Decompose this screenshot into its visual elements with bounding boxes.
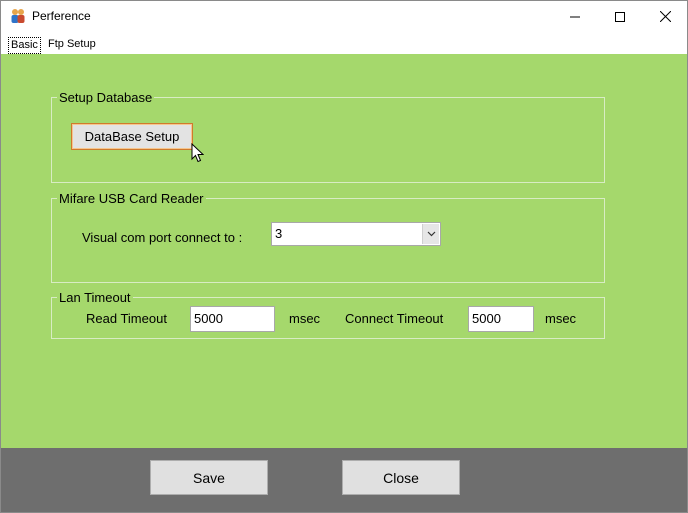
lan-timeout-label: Lan Timeout [57, 290, 133, 305]
card-reader-label: Mifare USB Card Reader [57, 191, 206, 206]
close-button[interactable]: Close [342, 460, 460, 495]
com-port-select[interactable]: 3 [271, 222, 441, 246]
com-port-label: Visual com port connect to : [82, 230, 243, 245]
close-window-button[interactable] [642, 1, 687, 32]
tab-basic[interactable]: Basic [8, 37, 41, 54]
close-icon [659, 11, 671, 22]
window-title: Perference [32, 9, 91, 23]
setup-database-label: Setup Database [57, 90, 155, 105]
minimize-button[interactable] [552, 1, 598, 32]
preference-window: Perference Basic Ftp Setup Setup Databas… [0, 0, 688, 513]
connect-timeout-unit: msec [545, 311, 577, 326]
combo-dropdown-button[interactable] [422, 224, 439, 244]
read-timeout-input[interactable]: 5000 [190, 306, 275, 332]
minimize-icon [570, 16, 580, 17]
connect-timeout-label: Connect Timeout [345, 311, 444, 326]
tab-strip: Basic Ftp Setup [1, 34, 687, 54]
title-bar: Perference [1, 1, 687, 32]
com-port-value: 3 [275, 226, 283, 241]
mouse-cursor-icon [191, 143, 204, 163]
read-timeout-label: Read Timeout [86, 311, 167, 326]
connect-timeout-input[interactable]: 5000 [468, 306, 534, 332]
tab-ftp-setup[interactable]: Ftp Setup [46, 37, 98, 52]
maximize-button[interactable] [597, 1, 643, 32]
maximize-icon [615, 11, 625, 22]
chevron-down-icon [427, 231, 435, 237]
app-icon [11, 9, 25, 23]
database-setup-button[interactable]: DataBase Setup [71, 123, 193, 150]
read-timeout-unit: msec [289, 311, 321, 326]
save-button[interactable]: Save [150, 460, 268, 495]
